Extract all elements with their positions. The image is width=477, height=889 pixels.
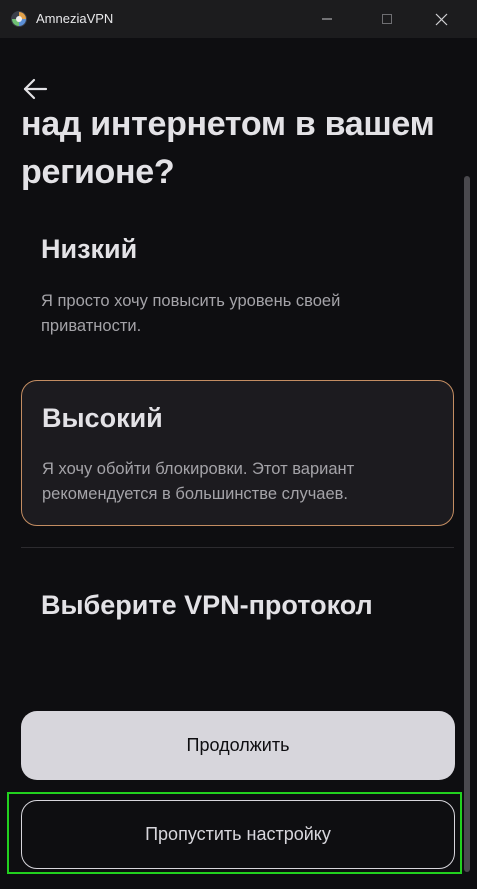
option-description: Я хочу обойти блокировки. Этот вариант р… — [42, 460, 355, 503]
maximize-icon — [382, 14, 392, 24]
option-title: Высокий — [42, 403, 163, 433]
continue-button[interactable]: Продолжить — [21, 711, 455, 780]
page-heading: над интернетом в вашем регионе? — [21, 105, 435, 191]
title-bar: AmneziaVPN — [0, 0, 477, 38]
protocol-section-title: Выберите VPN-протокол — [41, 590, 373, 620]
option-title: Низкий — [41, 234, 138, 264]
minimize-icon — [322, 18, 332, 20]
minimize-button[interactable] — [302, 0, 352, 38]
maximize-button[interactable] — [362, 0, 412, 38]
close-button[interactable] — [416, 0, 466, 38]
amnezia-logo-icon — [11, 11, 27, 27]
scrollbar-thumb[interactable] — [464, 176, 470, 872]
skip-setup-button[interactable]: Пропустить настройку — [21, 800, 455, 869]
app-window: AmneziaVPN над интернетом в вашем регион… — [0, 0, 477, 889]
option-description: Я просто хочу повысить уровень своей при… — [41, 292, 341, 335]
section-divider — [21, 547, 454, 548]
option-card-low[interactable]: Низкий Я просто хочу повысить уровень св… — [21, 212, 454, 358]
window-title: AmneziaVPN — [36, 11, 114, 26]
close-icon — [435, 13, 447, 25]
back-button[interactable] — [22, 76, 50, 102]
back-arrow-icon — [23, 78, 48, 100]
option-card-high[interactable]: Высокий Я хочу обойти блокировки. Этот в… — [21, 380, 454, 526]
